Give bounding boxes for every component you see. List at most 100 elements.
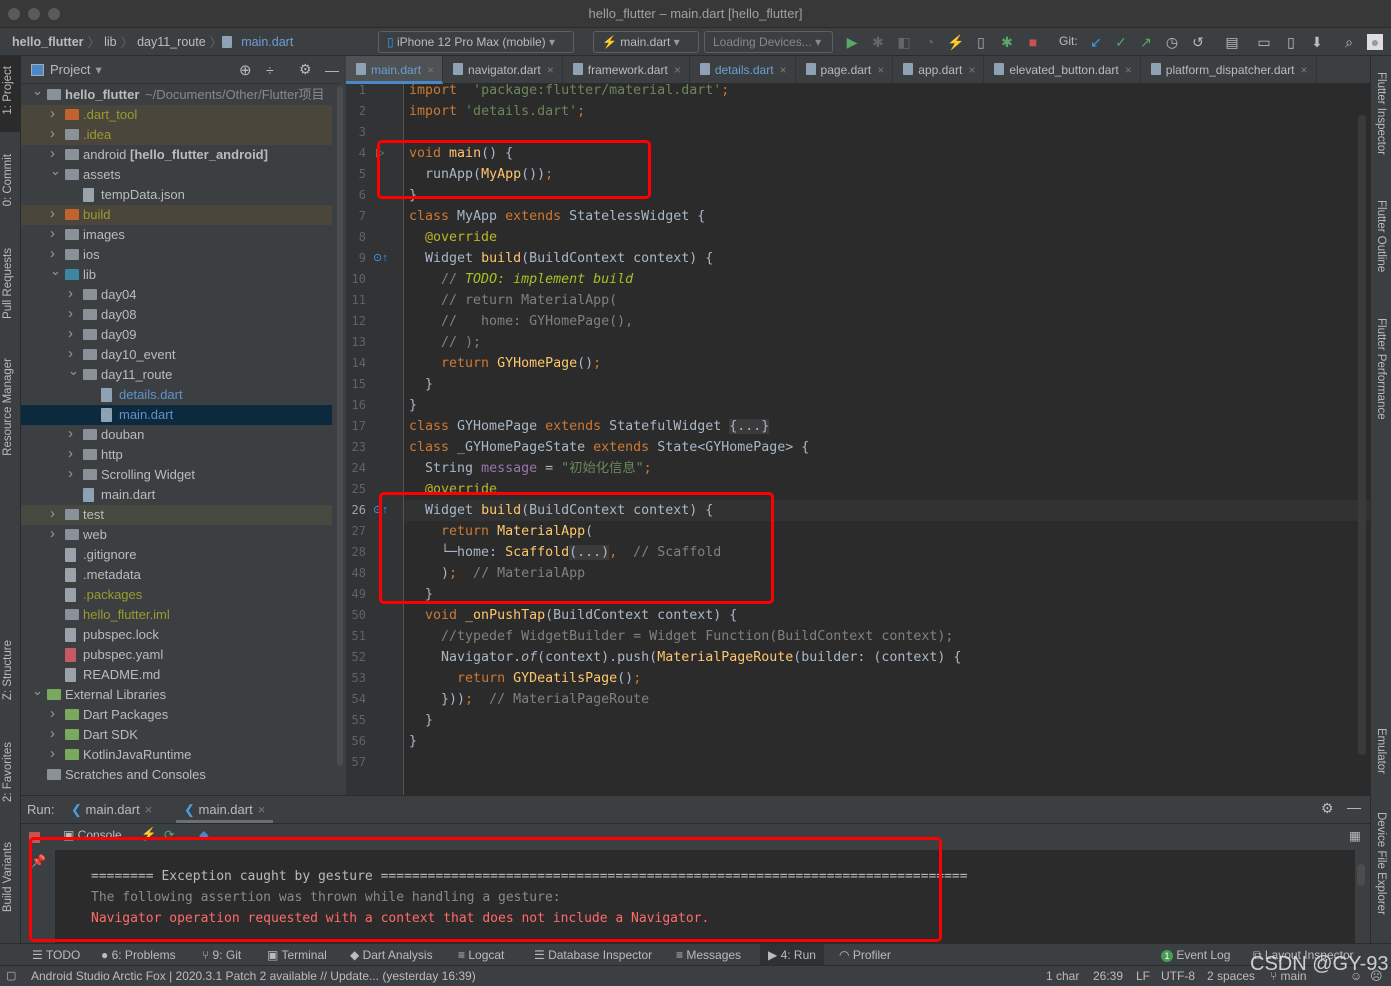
tree-item[interactable]: ⌄ lib (21, 263, 332, 285)
tool-project[interactable]: 1: Project (2, 66, 14, 115)
tree-item[interactable]: › android [hello_flutter_android] (21, 145, 332, 165)
tree-item[interactable]: main.dart (21, 405, 332, 425)
toggle-tool-windows-icon[interactable]: ▢ (6, 966, 16, 986)
tool-structure[interactable]: Z: Structure (2, 640, 14, 700)
chevron-right-icon[interactable]: › (50, 724, 55, 744)
event-log-button[interactable]: 1 Event Log (1161, 944, 1230, 966)
close-tab-icon[interactable]: × (547, 63, 554, 77)
collapse-all-icon[interactable]: ÷ (266, 62, 274, 78)
close-tab-icon[interactable]: × (780, 63, 787, 77)
tree-item[interactable]: ⌄ day11_route (21, 363, 332, 385)
tool-favorites[interactable]: 2: Favorites (2, 742, 14, 802)
chevron-right-icon[interactable]: › (50, 704, 55, 724)
locate-icon[interactable]: ⊕ (239, 61, 252, 79)
tree-item[interactable]: ⌄ External Libraries (21, 683, 332, 705)
profile-icon[interactable]: ◔ (922, 34, 938, 50)
tree-item[interactable]: .metadata (21, 565, 332, 585)
chevron-right-icon[interactable]: › (50, 224, 55, 244)
tab-git[interactable]: ⑂ 9: Git (202, 944, 241, 966)
maximize-window-button[interactable] (48, 8, 60, 20)
tree-item[interactable]: › day08 (21, 305, 332, 325)
chevron-right-icon[interactable]: › (50, 524, 55, 544)
layout-options-icon[interactable]: ▦ (1349, 828, 1361, 843)
rollback-icon[interactable]: ↺ (1190, 34, 1206, 50)
editor-tab[interactable]: elevated_button.dart × (984, 56, 1141, 84)
chevron-right-icon[interactable]: › (68, 444, 73, 464)
project-scrollbar[interactable] (336, 84, 344, 774)
tool-device-file-explorer[interactable]: Device File Explorer (1375, 812, 1387, 915)
close-tab-icon[interactable]: × (427, 63, 434, 77)
debug-restart-icon[interactable]: ✱ (999, 34, 1015, 50)
attach-icon[interactable]: ◧ (896, 34, 912, 50)
close-tab-icon[interactable]: × (877, 63, 884, 77)
git-commit-icon[interactable]: ✓ (1113, 34, 1129, 50)
tree-item[interactable]: › .dart_tool (21, 105, 332, 125)
tab-database-inspector[interactable]: ☰ Database Inspector (534, 944, 652, 966)
close-tab-icon[interactable]: × (968, 63, 975, 77)
avd-manager-icon[interactable]: ▭ (1256, 34, 1272, 50)
project-structure-icon[interactable]: ▤ (1224, 34, 1240, 50)
chevron-down-icon[interactable]: ⌄ (32, 81, 43, 101)
tool-build-variants[interactable]: Build Variants (2, 842, 14, 912)
tool-resource-manager[interactable]: Resource Manager (2, 358, 14, 456)
indent-setting[interactable]: 2 spaces (1207, 966, 1255, 986)
chevron-down-icon[interactable]: ⌄ (32, 681, 43, 701)
tool-pull-requests[interactable]: Pull Requests (2, 248, 14, 319)
user-avatar[interactable]: ● (1367, 34, 1383, 50)
tree-item[interactable]: details.dart (21, 385, 332, 405)
editor-tab[interactable]: page.dart × (796, 56, 894, 84)
tree-item[interactable]: ⌄ assets (21, 163, 332, 185)
tab-todo[interactable]: ☰ TODO (32, 944, 80, 966)
tree-item[interactable]: › Scrolling Widget (21, 465, 332, 485)
search-icon[interactable]: ⌕ (1341, 34, 1357, 50)
close-tab-icon[interactable]: × (1125, 63, 1132, 77)
chevron-right-icon[interactable]: › (68, 424, 73, 444)
override-gutter-icon[interactable]: ⊙↑ (373, 251, 388, 264)
editor-tab[interactable]: app.dart × (893, 56, 985, 84)
hot-reload-icon[interactable]: ⚡ (947, 34, 964, 50)
tree-item[interactable]: › http (21, 445, 332, 465)
tree-item[interactable]: Scratches and Consoles (21, 765, 332, 785)
tree-item[interactable]: › day04 (21, 285, 332, 305)
stop-icon[interactable]: ■ (1025, 34, 1041, 50)
project-view-selector[interactable]: Project (50, 62, 90, 77)
breadcrumb-project[interactable]: hello_flutter (8, 35, 88, 49)
tree-item[interactable]: › web (21, 525, 332, 545)
loading-devices-selector[interactable]: Loading Devices... ▾ (704, 31, 833, 53)
run-icon[interactable]: ▶ (844, 34, 860, 50)
breadcrumb-folder[interactable]: day11_route (133, 35, 210, 49)
close-window-button[interactable] (8, 8, 20, 20)
chevron-right-icon[interactable]: › (68, 284, 73, 304)
tool-flutter-outline[interactable]: Flutter Outline (1375, 200, 1387, 272)
breadcrumb-lib[interactable]: lib (100, 35, 121, 49)
tree-item[interactable]: ⌄ hello_flutter ~/Documents/Other/Flutter… (21, 83, 332, 105)
tree-item[interactable]: .gitignore (21, 545, 332, 565)
device-manager-icon[interactable]: ▯ (1283, 34, 1299, 50)
chevron-right-icon[interactable]: › (50, 504, 55, 524)
chevron-down-icon[interactable]: ⌄ (68, 361, 79, 381)
tab-logcat[interactable]: ≡ Logcat (458, 944, 504, 966)
chevron-right-icon[interactable]: › (68, 464, 73, 484)
tree-item[interactable]: › douban (21, 425, 332, 445)
status-message[interactable]: Android Studio Arctic Fox | 2020.3.1 Pat… (31, 966, 476, 986)
chevron-right-icon[interactable]: › (50, 104, 55, 124)
tree-item[interactable]: › test (21, 505, 332, 525)
tree-item[interactable]: › ios (21, 245, 332, 265)
editor-tab[interactable]: platform_dispatcher.dart × (1141, 56, 1317, 84)
chevron-down-icon[interactable]: ⌄ (50, 161, 61, 181)
tab-terminal[interactable]: ▣ Terminal (267, 944, 327, 966)
editor-tab[interactable]: details.dart × (690, 56, 796, 84)
run-settings-icon[interactable]: ⚙ (1321, 800, 1334, 817)
tree-item[interactable]: pubspec.yaml (21, 645, 332, 665)
run-config-selector[interactable]: ⚡ main.dart ▾ (593, 31, 699, 53)
chevron-right-icon[interactable]: › (68, 304, 73, 324)
tree-item[interactable]: › day09 (21, 325, 332, 345)
device-selector[interactable]: ▯ iPhone 12 Pro Max (mobile) ▾ (378, 31, 574, 53)
tool-emulator[interactable]: Emulator (1375, 728, 1387, 774)
tree-item[interactable]: › Dart Packages (21, 705, 332, 725)
editor-scrollbar[interactable] (1358, 115, 1366, 755)
chevron-right-icon[interactable]: › (50, 204, 55, 224)
tab-dart-analysis[interactable]: ◆ Dart Analysis (350, 944, 433, 966)
editor-tab[interactable]: navigator.dart × (443, 56, 563, 84)
tree-item[interactable]: pubspec.lock (21, 625, 332, 645)
